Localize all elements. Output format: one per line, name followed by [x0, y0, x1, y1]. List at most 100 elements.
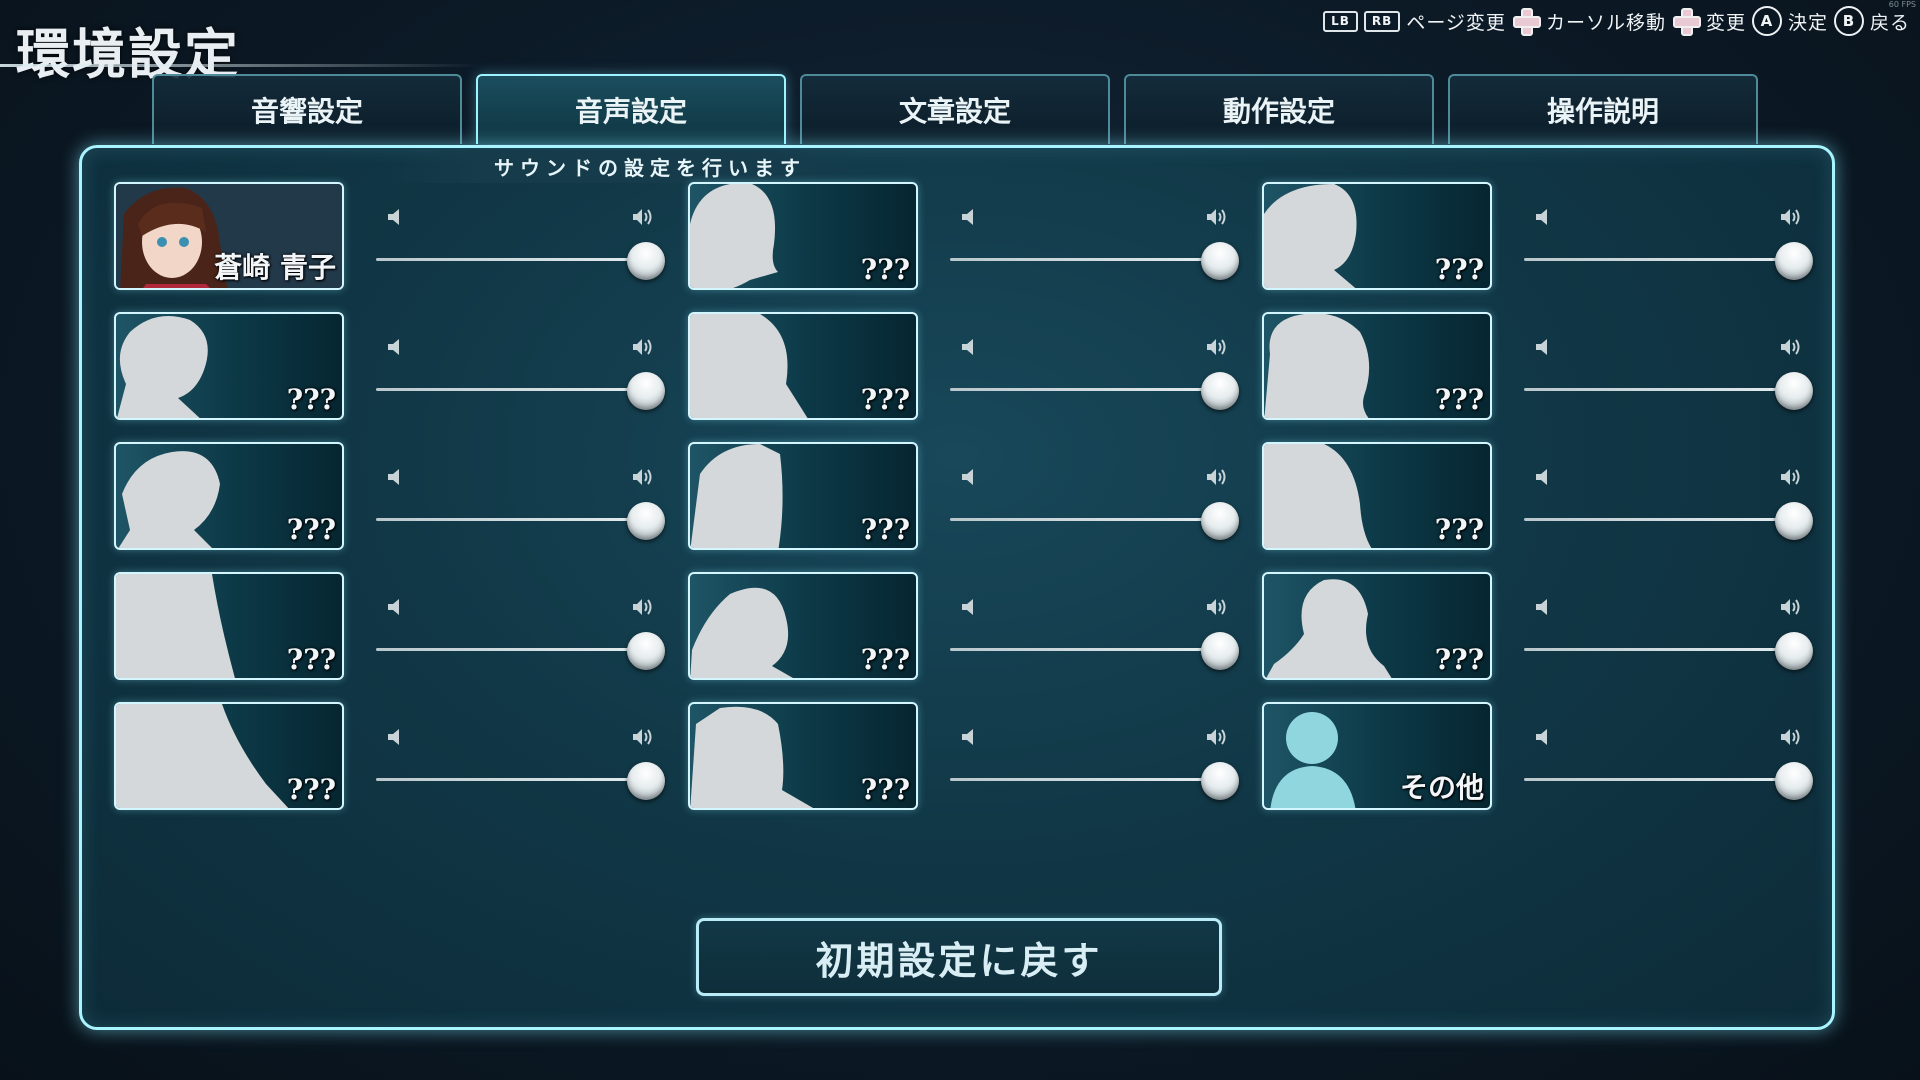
volume-min-icon — [962, 599, 973, 615]
volume-track[interactable] — [376, 778, 646, 781]
volume-min-icon — [1536, 209, 1547, 225]
voice-item: ??? — [688, 182, 1262, 312]
character-name: ??? — [1434, 253, 1484, 286]
volume-max-icon — [1207, 729, 1226, 745]
a-button-icon: A — [1751, 6, 1782, 36]
volume-track[interactable] — [376, 648, 646, 651]
volume-max-icon — [1207, 339, 1226, 355]
voice-volume-slider[interactable] — [1524, 326, 1814, 416]
character-name: ??? — [1434, 513, 1484, 546]
volume-track[interactable] — [376, 258, 646, 261]
voice-volume-slider[interactable] — [950, 456, 1240, 546]
volume-knob[interactable] — [1775, 242, 1813, 280]
voice-item: ??? — [1262, 572, 1836, 702]
voice-row: ????????? — [114, 572, 1836, 702]
volume-track[interactable] — [1524, 648, 1794, 651]
volume-track[interactable] — [950, 648, 1220, 651]
volume-track[interactable] — [950, 258, 1220, 261]
character-portrait[interactable]: ??? — [688, 442, 918, 550]
hint-back: 戻る — [1869, 11, 1910, 34]
volume-track[interactable] — [376, 518, 646, 521]
voice-item: ??? — [114, 572, 688, 702]
volume-knob[interactable] — [627, 502, 665, 540]
volume-max-icon — [1781, 469, 1800, 485]
character-portrait[interactable]: ??? — [1262, 572, 1492, 680]
dpad-icon — [1512, 7, 1541, 36]
voice-item: ??? — [114, 312, 688, 442]
volume-max-icon — [1207, 469, 1226, 485]
volume-min-icon — [388, 729, 399, 745]
volume-min-icon — [962, 469, 973, 485]
volume-knob[interactable] — [627, 372, 665, 410]
reset-defaults-button[interactable]: 初期設定に戻す — [696, 918, 1222, 996]
volume-knob[interactable] — [1775, 372, 1813, 410]
volume-track[interactable] — [1524, 518, 1794, 521]
volume-track[interactable] — [950, 518, 1220, 521]
volume-track[interactable] — [1524, 388, 1794, 391]
volume-min-icon — [388, 469, 399, 485]
tab-controls-guide[interactable]: 操作説明 — [1448, 74, 1758, 144]
tab-sound-settings[interactable]: 音響設定 — [152, 74, 462, 144]
voice-volume-slider[interactable] — [376, 716, 666, 806]
character-portrait[interactable]: ??? — [1262, 182, 1492, 290]
character-portrait[interactable]: ??? — [114, 442, 344, 550]
volume-knob[interactable] — [1201, 242, 1239, 280]
voice-volume-slider[interactable] — [376, 456, 666, 546]
volume-knob[interactable] — [1201, 632, 1239, 670]
character-portrait[interactable]: ??? — [688, 312, 918, 420]
volume-knob[interactable] — [627, 762, 665, 800]
volume-knob[interactable] — [1201, 502, 1239, 540]
voice-volume-slider[interactable] — [1524, 196, 1814, 286]
character-portrait[interactable]: ??? — [688, 572, 918, 680]
settings-tabs: 音響設定 音声設定 文章設定 動作設定 操作説明 — [152, 74, 1758, 144]
volume-max-icon — [633, 599, 652, 615]
volume-min-icon — [962, 209, 973, 225]
volume-max-icon — [1781, 339, 1800, 355]
voice-volume-slider[interactable] — [950, 196, 1240, 286]
voice-item: ??? — [114, 702, 688, 832]
character-portrait[interactable]: ??? — [114, 572, 344, 680]
character-portrait[interactable]: ??? — [688, 182, 918, 290]
volume-track[interactable] — [950, 778, 1220, 781]
character-portrait[interactable]: ??? — [114, 702, 344, 810]
volume-min-icon — [388, 209, 399, 225]
voice-row: 蒼崎 青子?????? — [114, 182, 1836, 312]
voice-volume-slider[interactable] — [376, 326, 666, 416]
volume-min-icon — [388, 339, 399, 355]
volume-knob[interactable] — [1201, 762, 1239, 800]
volume-knob[interactable] — [627, 242, 665, 280]
character-portrait[interactable]: ??? — [688, 702, 918, 810]
tab-text-settings[interactable]: 文章設定 — [800, 74, 1110, 144]
dpad-icon — [1672, 7, 1701, 36]
volume-min-icon — [962, 729, 973, 745]
voice-volume-slider[interactable] — [950, 326, 1240, 416]
character-portrait[interactable]: その他 — [1262, 702, 1492, 810]
volume-track[interactable] — [950, 388, 1220, 391]
tab-voice-settings[interactable]: 音声設定 — [476, 74, 786, 144]
character-portrait[interactable]: ??? — [114, 312, 344, 420]
volume-knob[interactable] — [1775, 632, 1813, 670]
volume-knob[interactable] — [1775, 502, 1813, 540]
volume-track[interactable] — [1524, 258, 1794, 261]
volume-track[interactable] — [1524, 778, 1794, 781]
character-portrait[interactable]: ??? — [1262, 442, 1492, 550]
voice-volume-slider[interactable] — [1524, 586, 1814, 676]
volume-knob[interactable] — [1775, 762, 1813, 800]
voice-volume-slider[interactable] — [950, 586, 1240, 676]
character-name: ??? — [860, 253, 910, 286]
volume-max-icon — [633, 729, 652, 745]
voice-volume-slider[interactable] — [1524, 456, 1814, 546]
voice-volume-slider[interactable] — [950, 716, 1240, 806]
voice-item: 蒼崎 青子 — [114, 182, 688, 312]
volume-knob[interactable] — [1201, 372, 1239, 410]
character-portrait[interactable]: 蒼崎 青子 — [114, 182, 344, 290]
character-name: ??? — [860, 383, 910, 416]
voice-volume-slider[interactable] — [376, 586, 666, 676]
tab-behavior-settings[interactable]: 動作設定 — [1124, 74, 1434, 144]
character-portrait[interactable]: ??? — [1262, 312, 1492, 420]
voice-volume-slider[interactable] — [376, 196, 666, 286]
character-name: ??? — [1434, 643, 1484, 676]
volume-track[interactable] — [376, 388, 646, 391]
voice-volume-slider[interactable] — [1524, 716, 1814, 806]
volume-knob[interactable] — [627, 632, 665, 670]
